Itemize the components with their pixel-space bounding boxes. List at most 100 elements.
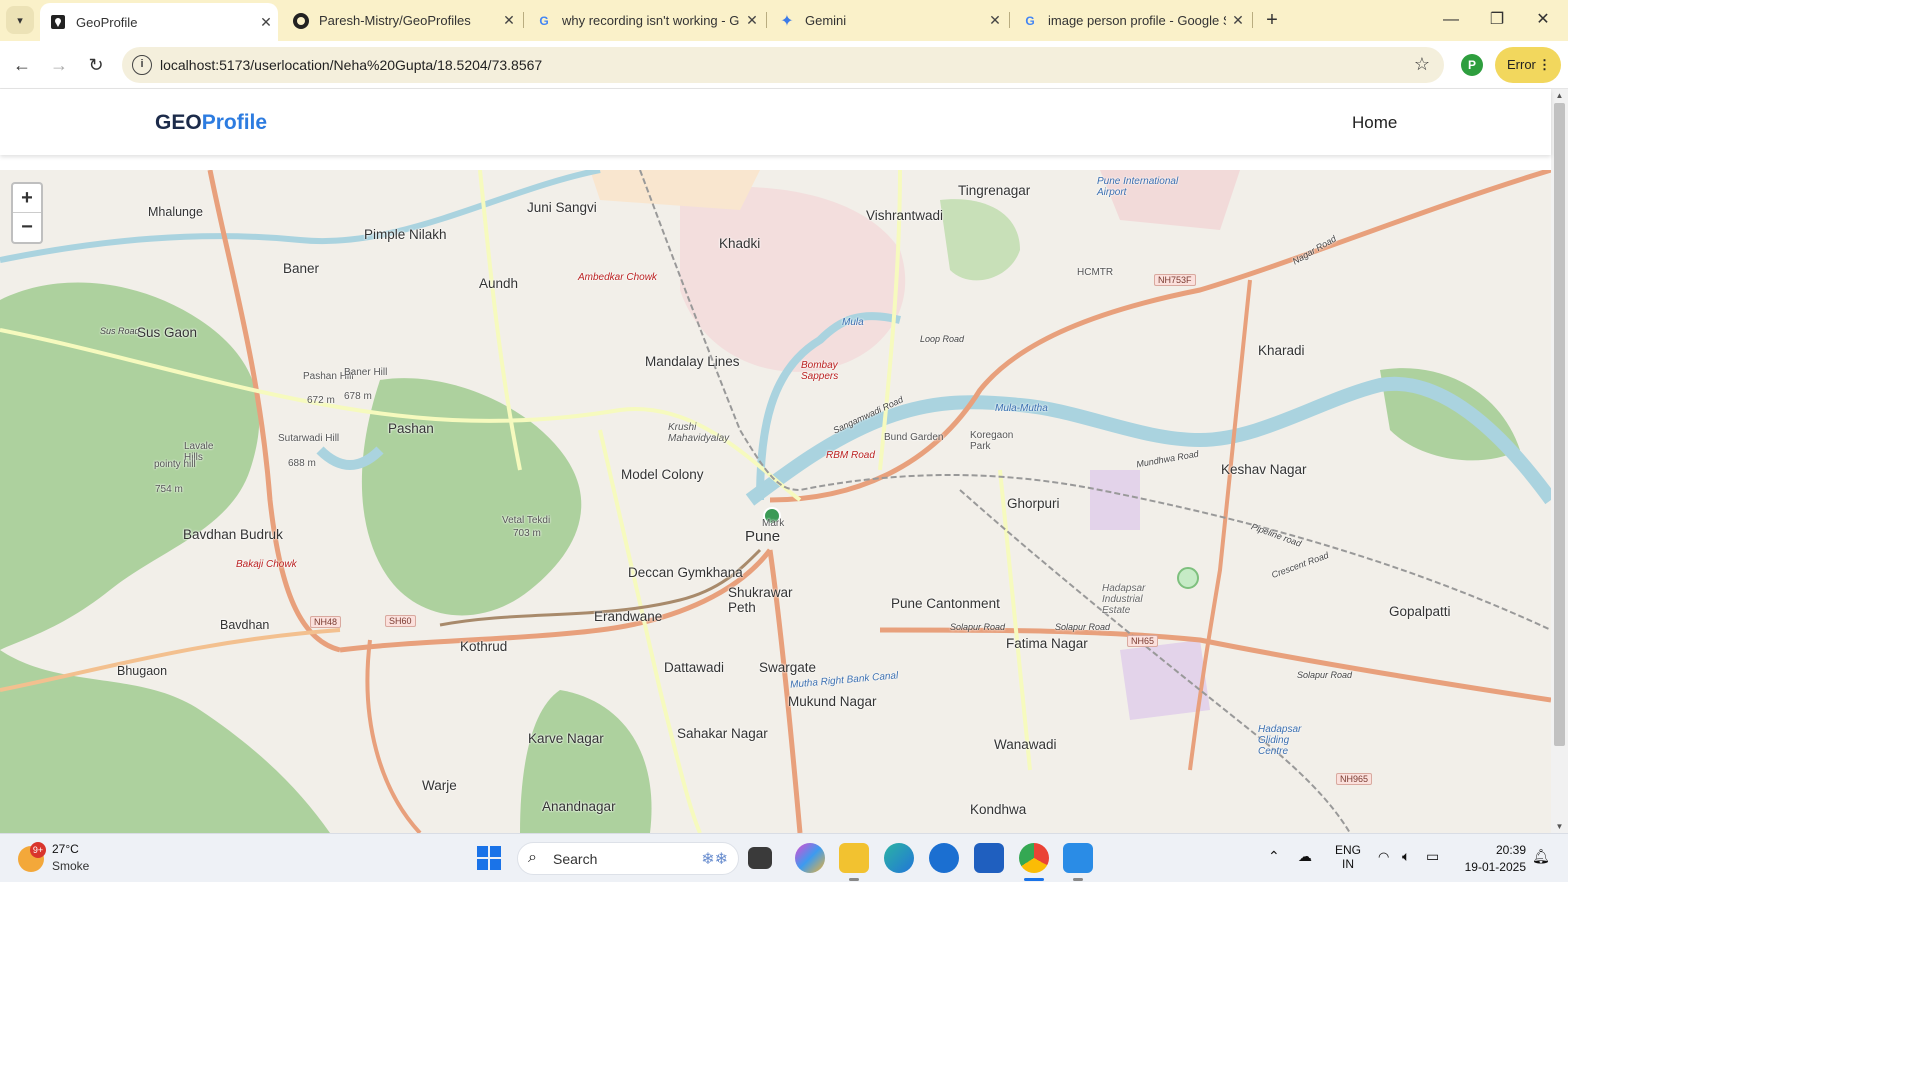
windows-start-icon[interactable]: [477, 846, 501, 870]
tab-title: Gemini: [805, 13, 847, 28]
back-button[interactable]: ←: [8, 51, 36, 79]
close-icon[interactable]: ✕: [497, 12, 521, 29]
place-label: Deccan Gymkhana: [628, 565, 743, 580]
close-icon[interactable]: ✕: [740, 12, 764, 29]
zoom-out-button[interactable]: −: [13, 213, 41, 242]
site-info-icon[interactable]: i: [132, 55, 152, 75]
hill-label: Sutarwadi Hill: [278, 433, 340, 444]
battery-icon[interactable]: ▭: [1426, 848, 1439, 865]
taskbar-search[interactable]: ⌕ Search ❄❄: [517, 842, 739, 875]
task-view-icon[interactable]: [748, 847, 772, 869]
close-window-button[interactable]: ✕: [1520, 0, 1566, 41]
wifi-icon[interactable]: ◠: [1378, 849, 1389, 865]
search-label: Search: [553, 851, 598, 867]
scrollbar-thumb[interactable]: [1554, 103, 1565, 746]
place-label: Bombay Sappers: [801, 360, 839, 382]
restore-button[interactable]: ❐: [1474, 0, 1520, 41]
road-label: Solapur Road: [1055, 622, 1111, 632]
clock-date: 19-01-2025: [1464, 860, 1526, 874]
chevron-up-icon[interactable]: ⌃: [1268, 848, 1280, 865]
notification-bell-icon[interactable]: 🔔︎: [1532, 848, 1550, 865]
onedrive-icon[interactable]: ☁: [1298, 848, 1312, 865]
nav-home-link[interactable]: Home: [1352, 113, 1397, 133]
tab-title: image person profile - Google S: [1048, 13, 1226, 28]
reload-button[interactable]: ↻: [82, 51, 110, 79]
google-icon: G: [1025, 13, 1035, 28]
zone-area: [590, 170, 760, 210]
address-bar[interactable]: i localhost:5173/userlocation/Neha%20Gup…: [122, 47, 1444, 83]
dell-icon[interactable]: [929, 843, 959, 873]
minimize-button[interactable]: —: [1428, 0, 1474, 41]
tab-title: Paresh-Mistry/GeoProfiles: [319, 13, 471, 28]
copilot-icon[interactable]: [795, 843, 825, 873]
bookmark-star-icon[interactable]: ☆: [1414, 54, 1430, 75]
file-explorer-icon[interactable]: [839, 843, 869, 873]
place-label: Aundh: [479, 276, 519, 291]
place-label: Pimple Nilakh: [364, 227, 447, 242]
language-indicator[interactable]: ENG IN: [1335, 843, 1361, 871]
hill-label: Baner Hill: [344, 367, 388, 378]
place-label: Bavdhan Budruk: [183, 527, 283, 542]
microsoft-store-icon[interactable]: [974, 843, 1004, 873]
tab-google-recording[interactable]: G why recording isn't working - G ✕: [526, 0, 764, 41]
tab-google-image[interactable]: G image person profile - Google S ✕: [1012, 0, 1250, 41]
lake: [316, 446, 384, 470]
app-active-indicator: [1024, 878, 1044, 881]
tab-github[interactable]: Paresh-Mistry/GeoProfiles ✕: [283, 0, 521, 41]
tab-geoprofile[interactable]: GeoProfile ✕: [40, 3, 278, 41]
tab-gemini[interactable]: ✦ Gemini ✕: [769, 0, 1007, 41]
browser-toolbar: ← → ↻ i localhost:5173/userlocation/Neha…: [0, 41, 1568, 89]
park-circle: [1177, 567, 1199, 589]
app-header: GEOProfile Home: [0, 89, 1551, 155]
page-scrollbar[interactable]: ▲ ▼: [1551, 89, 1568, 833]
place-label: Bavdhan: [220, 618, 270, 632]
more-menu-icon[interactable]: ⋮: [1538, 47, 1551, 83]
scroll-up-icon[interactable]: ▲: [1551, 91, 1568, 100]
hill-elevation: 688 m: [288, 458, 316, 469]
hill-elevation: 672 m: [307, 395, 335, 406]
zoom-in-button[interactable]: +: [13, 184, 41, 213]
map-container[interactable]: + − Mhalunge Juni Sangvi Vishrantwadi Ti…: [0, 170, 1551, 833]
brand-part-profile: Profile: [201, 111, 268, 134]
road-label: Loop Road: [920, 334, 965, 344]
tab-search-button[interactable]: ▾: [6, 6, 34, 34]
solapur-road: [879, 627, 1551, 703]
chrome-icon[interactable]: [1019, 843, 1049, 873]
system-clock[interactable]: 20:39 19-01-2025: [1458, 842, 1526, 876]
close-icon[interactable]: ✕: [1226, 12, 1250, 29]
region-code: IN: [1342, 857, 1354, 871]
new-tab-button[interactable]: +: [1260, 8, 1284, 32]
app-running-indicator: [849, 878, 859, 881]
vscode-icon[interactable]: [1063, 843, 1093, 873]
place-label: Bhugaon: [117, 664, 168, 678]
profile-avatar[interactable]: P: [1461, 54, 1483, 76]
close-icon[interactable]: ✕: [254, 14, 278, 31]
edge-icon[interactable]: [884, 843, 914, 873]
zoom-control: + −: [11, 182, 43, 244]
highway-shield: NH65: [1127, 635, 1159, 647]
road-label: Solapur Road: [1297, 670, 1353, 680]
road-label: RBM Road: [826, 450, 875, 461]
brand-logo[interactable]: GEOProfile: [155, 111, 267, 135]
place-label: Khadki: [719, 236, 761, 251]
place-label: Wanawadi: [994, 737, 1057, 752]
forward-button[interactable]: →: [45, 51, 73, 79]
clock-time: 20:39: [1495, 843, 1526, 857]
road: [365, 639, 422, 833]
browser-tab-bar: ▾ GeoProfile ✕ Paresh-Mistry/GeoProfiles…: [0, 0, 1568, 41]
volume-icon[interactable]: 🔈︎: [1402, 848, 1410, 865]
place-label: Hadapsar Industrial Estate: [1102, 583, 1146, 616]
place-label: Gopalpatti: [1389, 604, 1451, 619]
notification-badge: 9+: [30, 842, 46, 858]
error-button[interactable]: Error ⋮: [1495, 47, 1561, 83]
hill-elevation: 678 m: [344, 391, 372, 402]
scroll-down-icon[interactable]: ▼: [1551, 822, 1568, 831]
url-text[interactable]: localhost:5173/userlocation/Neha%20Gupta…: [160, 57, 542, 73]
close-icon[interactable]: ✕: [983, 12, 1007, 29]
river: [0, 170, 601, 263]
snowflake-icon: ❄❄: [701, 851, 728, 868]
highway-shield: NH965: [1336, 773, 1373, 785]
place-label: Juni Sangvi: [527, 200, 597, 215]
highway-shield: SH60: [385, 615, 416, 627]
brand-part-geo: GEO: [155, 111, 202, 134]
